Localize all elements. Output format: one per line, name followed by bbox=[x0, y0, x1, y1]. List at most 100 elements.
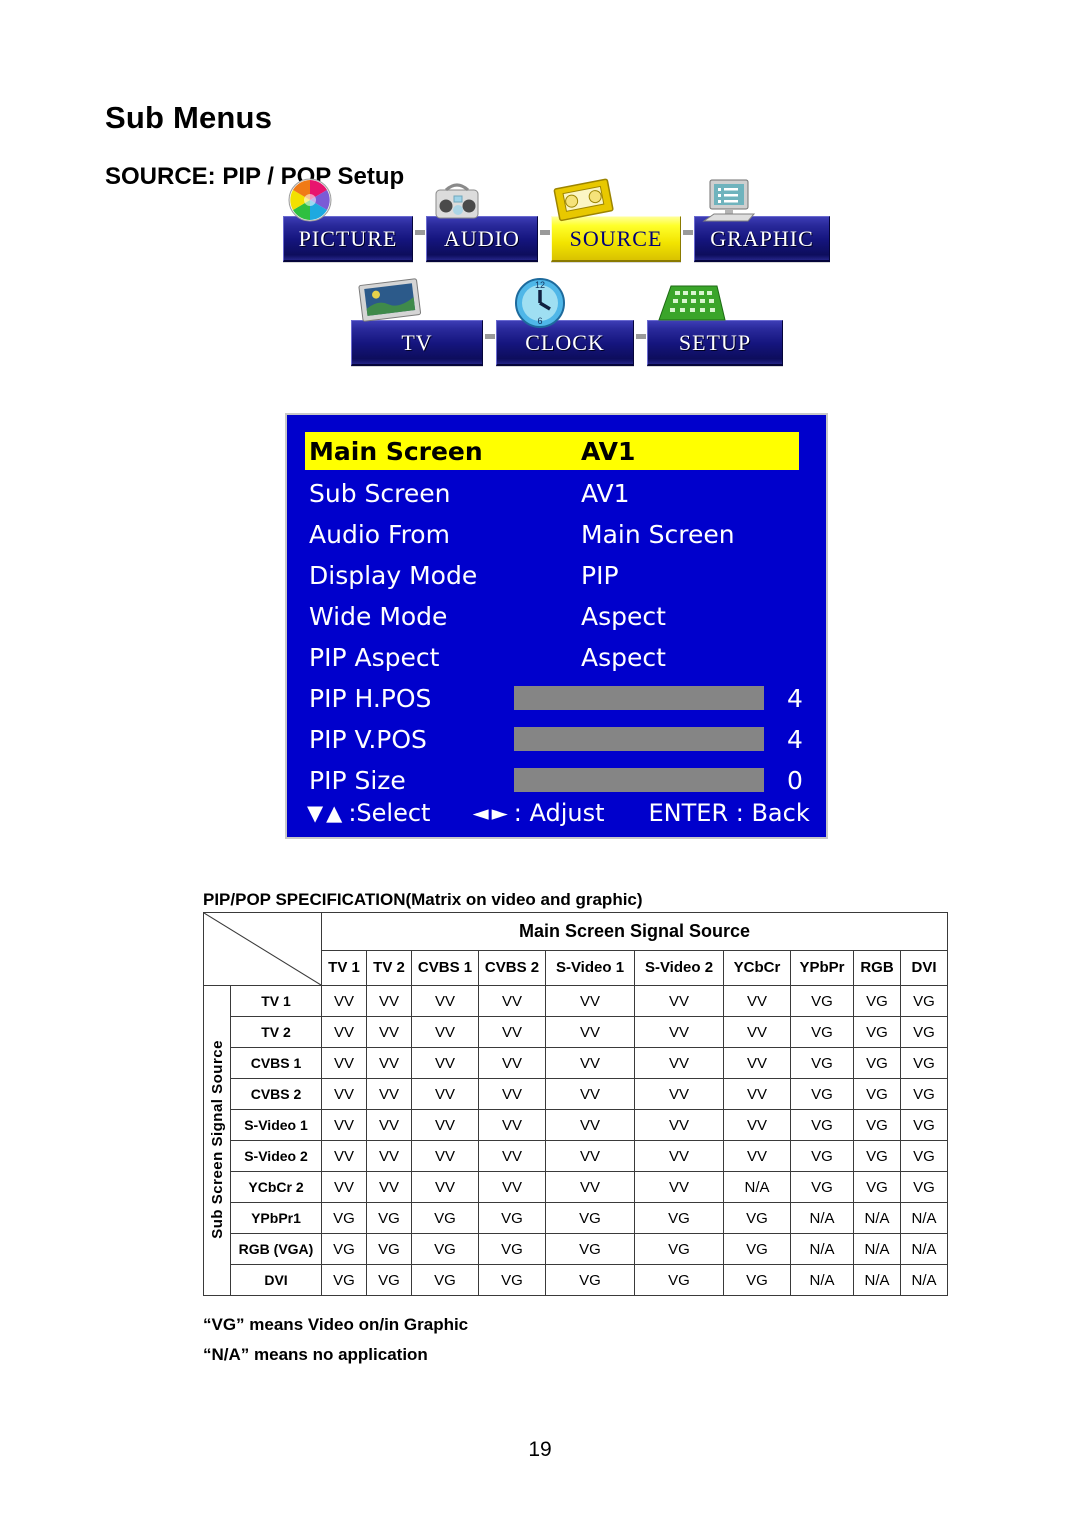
pip-vpos-slider[interactable] bbox=[514, 727, 764, 751]
cell: VG bbox=[634, 1233, 724, 1265]
cell: VG bbox=[853, 1109, 901, 1141]
cell: VG bbox=[853, 1078, 901, 1110]
osd-row-value: 0 bbox=[787, 765, 803, 795]
hint-adjust-text: : Adjust bbox=[513, 799, 605, 827]
cell: VV bbox=[634, 1140, 724, 1172]
cell: VG bbox=[900, 1016, 948, 1048]
cell: VV bbox=[478, 985, 546, 1017]
osd-row-pip-aspect[interactable]: PIP Aspect Aspect bbox=[287, 637, 826, 677]
osd-row-label: PIP Aspect bbox=[309, 642, 440, 672]
cell: VG bbox=[853, 985, 901, 1017]
osd-row-label: Wide Mode bbox=[309, 601, 448, 631]
osd-settings-panel: Main Screen AV1 Sub Screen AV1 Audio Fro… bbox=[285, 413, 828, 839]
hint-back: ENTER : Back bbox=[648, 799, 810, 827]
osd-row-pip-hpos[interactable]: PIP H.POS 4 bbox=[287, 678, 826, 718]
osd-row-value: Aspect bbox=[581, 642, 666, 672]
cell: VG bbox=[900, 985, 948, 1017]
row-label-svideo1: S-Video 1 bbox=[230, 1109, 322, 1141]
cell: VV bbox=[321, 1140, 367, 1172]
cell: VV bbox=[478, 1047, 546, 1079]
osd-row-sub-screen[interactable]: Sub Screen AV1 bbox=[287, 473, 826, 513]
col-header-dvi: DVI bbox=[900, 949, 948, 987]
row-label-ypbpr1: YPbPr1 bbox=[230, 1202, 322, 1234]
menu-button-picture[interactable]: PICTURE bbox=[283, 178, 413, 262]
cell: VG bbox=[366, 1233, 412, 1265]
cell: VV bbox=[321, 1078, 367, 1110]
menu-button-setup[interactable]: SETUP bbox=[647, 285, 783, 366]
menu-button-label: TV bbox=[401, 330, 433, 355]
osd-row-label: Sub Screen bbox=[309, 478, 451, 508]
cell: VV bbox=[366, 1047, 412, 1079]
cell: VV bbox=[321, 1109, 367, 1141]
osd-row-main-screen[interactable]: Main Screen AV1 bbox=[305, 432, 799, 470]
hint-select: ▼▲ :Select bbox=[307, 799, 430, 827]
menu-button-clock[interactable]: 12 6 CLOCK bbox=[496, 278, 634, 366]
pip-size-slider[interactable] bbox=[514, 768, 764, 792]
osd-row-pip-vpos[interactable]: PIP V.POS 4 bbox=[287, 719, 826, 759]
keyboard-icon bbox=[655, 280, 727, 328]
cell: VG bbox=[790, 985, 854, 1017]
pip-hpos-slider[interactable] bbox=[514, 686, 764, 710]
osd-row-wide-mode[interactable]: Wide Mode Aspect bbox=[287, 596, 826, 636]
table-header-group-row: Main Screen Signal Source bbox=[203, 912, 948, 986]
menu-button-tv[interactable]: TV bbox=[351, 278, 483, 366]
table-row: TV 2 VV VV VV VV VV VV VV VG VG VG bbox=[204, 1016, 948, 1048]
select-arrows-icon: ▼▲ bbox=[307, 801, 346, 825]
cell: VG bbox=[790, 1047, 854, 1079]
cell: VV bbox=[723, 1047, 791, 1079]
cell: N/A bbox=[900, 1264, 948, 1296]
menu-connector bbox=[540, 229, 550, 235]
computer-icon bbox=[700, 176, 758, 228]
cell: VG bbox=[545, 1264, 635, 1296]
cell: VG bbox=[900, 1109, 948, 1141]
cell: VV bbox=[478, 1140, 546, 1172]
cell: VV bbox=[478, 1109, 546, 1141]
cell: VV bbox=[478, 1078, 546, 1110]
row-label-tv2: TV 2 bbox=[230, 1016, 322, 1048]
menu-button-audio[interactable]: AUDIO bbox=[426, 183, 538, 262]
cell: N/A bbox=[790, 1202, 854, 1234]
osd-row-label: Main Screen bbox=[309, 436, 483, 466]
cell: VG bbox=[790, 1016, 854, 1048]
cell: VG bbox=[790, 1171, 854, 1203]
cell: VG bbox=[900, 1078, 948, 1110]
cell: VG bbox=[723, 1202, 791, 1234]
cell: VV bbox=[723, 1078, 791, 1110]
sub-screen-signal-source-header: Sub Screen Signal Source bbox=[203, 985, 231, 1296]
menu-button-label: AUDIO bbox=[444, 226, 520, 251]
cell: VV bbox=[411, 985, 479, 1017]
main-screen-signal-source-header: Main Screen Signal Source bbox=[321, 912, 948, 951]
spec-table-caption: PIP/POP SPECIFICATION(Matrix on video an… bbox=[203, 890, 643, 909]
cell: N/A bbox=[853, 1233, 901, 1265]
cell: VV bbox=[321, 1047, 367, 1079]
footnote-na: “N/A” means no application bbox=[203, 1345, 428, 1364]
cell: VG bbox=[411, 1233, 479, 1265]
osd-row-value: AV1 bbox=[581, 478, 630, 508]
osd-row-label: PIP V.POS bbox=[309, 724, 427, 754]
cell: VV bbox=[411, 1047, 479, 1079]
menu-button-label: PICTURE bbox=[298, 226, 398, 251]
cell: VG bbox=[900, 1047, 948, 1079]
osd-row-audio-from[interactable]: Audio From Main Screen bbox=[287, 514, 826, 554]
svg-text:12: 12 bbox=[535, 280, 545, 290]
row-label-ycbcr2: YCbCr 2 bbox=[230, 1171, 322, 1203]
col-header-tv1: TV 1 bbox=[321, 949, 367, 987]
menu-button-source[interactable]: SOURCE bbox=[551, 178, 681, 262]
osd-row-display-mode[interactable]: Display Mode PIP bbox=[287, 555, 826, 595]
diagonal-line-icon bbox=[204, 913, 321, 985]
osd-row-value: 4 bbox=[787, 683, 803, 713]
table-row: S-Video 2 VV VV VV VV VV VV VV VG VG VG bbox=[204, 1140, 948, 1172]
cell: VV bbox=[411, 1109, 479, 1141]
osd-row-label: Audio From bbox=[309, 519, 450, 549]
table-row: YCbCr 2 VV VV VV VV VV VV N/A VG VG VG bbox=[204, 1171, 948, 1203]
cell: VG bbox=[790, 1109, 854, 1141]
menu-button-graphic[interactable]: GRAPHIC bbox=[694, 179, 830, 262]
cell: VV bbox=[366, 985, 412, 1017]
cell: VG bbox=[411, 1264, 479, 1296]
vhs-cassette-icon bbox=[547, 174, 619, 226]
menu-connector bbox=[485, 333, 495, 339]
cell: VG bbox=[545, 1233, 635, 1265]
row-label-svideo2: S-Video 2 bbox=[230, 1140, 322, 1172]
col-header-cvbs1: CVBS 1 bbox=[411, 949, 479, 987]
cell: VV bbox=[545, 985, 635, 1017]
